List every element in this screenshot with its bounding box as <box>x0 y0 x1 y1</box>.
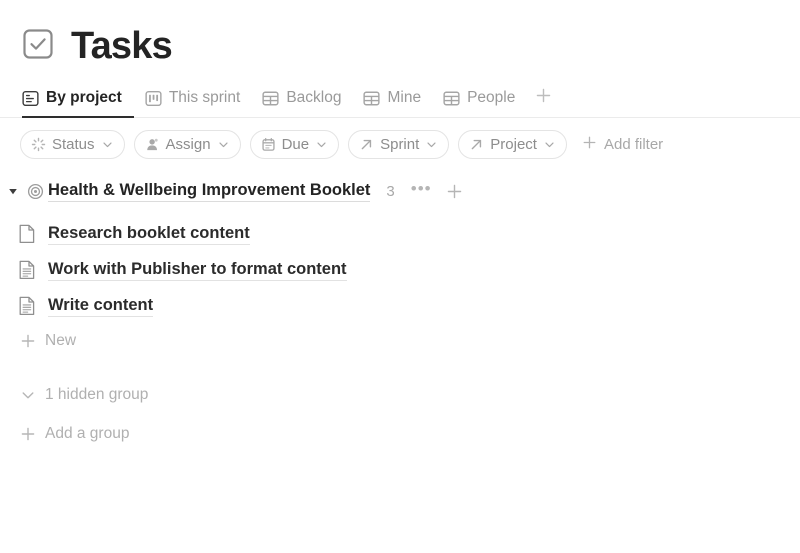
plus-icon <box>582 135 597 154</box>
group-more-menu-button[interactable]: ••• <box>411 180 432 203</box>
filter-sprint[interactable]: Sprint <box>348 129 450 159</box>
add-filter-label: Add filter <box>603 135 664 153</box>
filter-label: Due <box>281 135 310 153</box>
page-blank-icon <box>18 224 48 244</box>
calendar-icon <box>261 137 276 152</box>
hidden-group-toggle[interactable]: 1 hidden group <box>0 378 800 412</box>
add-tab-button[interactable] <box>528 78 558 118</box>
add-group-label: Add a group <box>45 425 130 442</box>
board-view-icon <box>145 90 162 107</box>
add-group-button[interactable]: Add a group <box>0 417 800 451</box>
arrow-up-right-icon <box>469 137 484 152</box>
group-task-count: 3 <box>386 182 395 200</box>
chevron-down-icon <box>102 139 113 150</box>
tab-label: This sprint <box>168 89 241 106</box>
filter-assign[interactable]: Assign <box>133 129 241 159</box>
filter-label: Sprint <box>380 135 420 153</box>
tab-this-sprint[interactable]: This sprint <box>134 78 252 118</box>
checkbox-checked-icon <box>22 28 54 65</box>
filter-due[interactable]: Due <box>249 129 340 159</box>
chevron-down-icon <box>316 139 327 150</box>
plus-icon <box>20 333 36 349</box>
table-view-icon <box>262 90 279 107</box>
arrow-up-right-icon <box>359 137 374 152</box>
triangle-down-icon[interactable] <box>4 186 22 196</box>
chevron-down-icon <box>218 139 229 150</box>
group-title[interactable]: Health & Wellbeing Improvement Booklet <box>48 181 371 202</box>
list-view-icon <box>22 90 39 107</box>
tab-mine[interactable]: Mine <box>352 78 432 118</box>
chevron-down-icon <box>426 139 437 150</box>
page-title: Tasks <box>71 25 173 67</box>
table-view-icon <box>443 90 460 107</box>
page-title-row: Tasks <box>0 0 800 67</box>
plus-icon <box>535 87 552 109</box>
chevron-down-icon <box>544 139 555 150</box>
tasks-page: Tasks By project This sprint Backlog Min… <box>0 0 800 553</box>
spinner-icon <box>31 137 46 152</box>
filter-bar: Status Assign Due Sprint Project Add fil… <box>0 118 800 170</box>
task-list: Research booklet content Work with Publi… <box>0 216 800 324</box>
filter-label: Assign <box>165 135 211 153</box>
tab-label: By project <box>46 89 122 106</box>
view-tabbar: By project This sprint Backlog Mine Peop… <box>0 78 800 118</box>
table-view-icon <box>363 90 381 107</box>
table-row[interactable]: Research booklet content <box>0 216 800 252</box>
table-row[interactable]: Write content <box>0 288 800 324</box>
tab-people[interactable]: People <box>432 78 526 118</box>
hidden-group-label: 1 hidden group <box>45 386 149 403</box>
filter-label: Project <box>490 135 537 153</box>
plus-icon <box>20 426 36 442</box>
new-task-button[interactable]: New <box>0 324 800 358</box>
tab-label: Backlog <box>286 89 342 106</box>
page-lines-icon <box>18 260 48 280</box>
person-icon <box>145 137 160 152</box>
filter-project[interactable]: Project <box>458 129 567 159</box>
page-lines-icon <box>18 296 48 316</box>
tab-label: People <box>467 89 516 106</box>
task-title: Work with Publisher to format content <box>48 260 347 281</box>
filter-status[interactable]: Status <box>20 129 125 159</box>
filter-label: Status <box>52 135 95 153</box>
target-icon <box>22 183 48 200</box>
tab-label: Mine <box>387 89 422 106</box>
task-title: Research booklet content <box>48 224 250 245</box>
new-task-label: New <box>45 332 77 349</box>
task-title: Write content <box>48 296 154 317</box>
group-add-task-button[interactable] <box>446 183 463 200</box>
tab-backlog[interactable]: Backlog <box>251 78 352 118</box>
add-filter-button[interactable]: Add filter <box>576 135 669 154</box>
chevron-down-icon <box>20 387 36 403</box>
group-header: Health & Wellbeing Improvement Booklet 3… <box>0 174 800 208</box>
table-row[interactable]: Work with Publisher to format content <box>0 252 800 288</box>
tab-by-project[interactable]: By project <box>22 78 134 118</box>
